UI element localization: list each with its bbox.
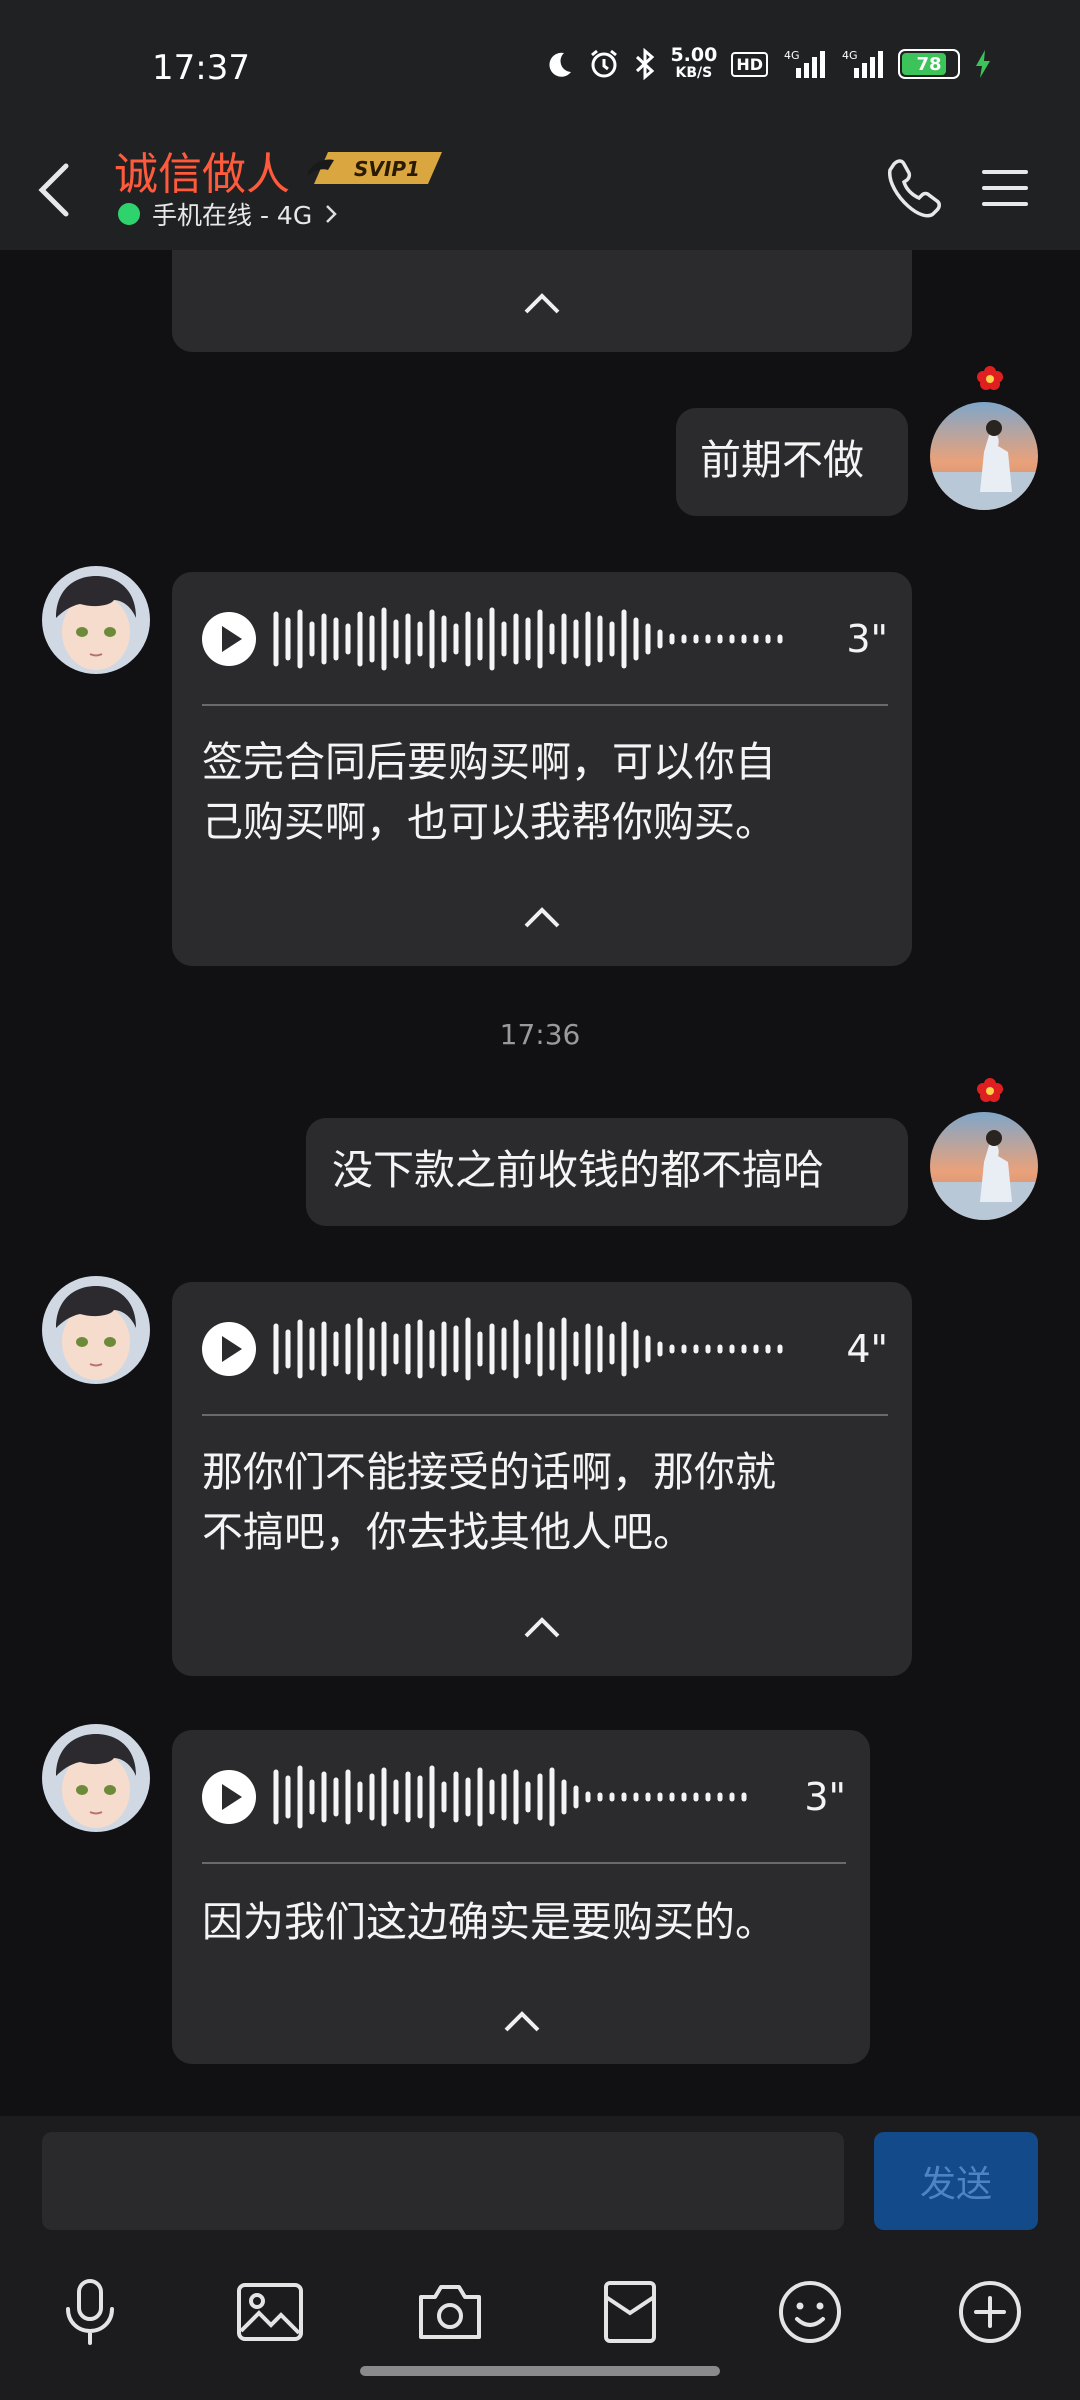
message-bubble-voice[interactable]: 4" 那你们不能接受的话啊，那你就 不搞吧，你去找其他人吧。 (172, 1282, 912, 1676)
voice-player[interactable]: 4" (202, 1316, 888, 1382)
waveform-icon (273, 1317, 783, 1381)
chevron-left-icon (38, 163, 69, 217)
collapse-icon[interactable] (522, 292, 562, 316)
message-bubble-outgoing[interactable]: 前期不做 (676, 408, 908, 516)
status-time: 17:37 (152, 48, 250, 88)
voice-player[interactable]: 3" (202, 1764, 846, 1830)
camera-button[interactable] (410, 2272, 490, 2352)
message-text: 没下款之前收钱的都不搞哈 (332, 1146, 824, 1194)
more-button[interactable] (950, 2272, 1030, 2352)
input-toolbar (0, 2246, 1080, 2400)
emoji-button[interactable] (770, 2272, 850, 2352)
charging-icon (976, 50, 990, 78)
message-text: 前期不做 (700, 436, 864, 484)
phone-icon (888, 159, 941, 218)
svg-text:4G: 4G (784, 49, 800, 62)
collapse-icon[interactable] (522, 906, 562, 930)
message-bubble-partial[interactable] (172, 250, 912, 352)
contact-avatar[interactable] (42, 566, 150, 674)
bluetooth-icon (636, 48, 655, 80)
contact-avatar[interactable] (42, 1276, 150, 1384)
contact-avatar[interactable] (42, 1724, 150, 1832)
image-icon (237, 2283, 303, 2341)
message-input[interactable] (42, 2132, 844, 2230)
input-bar: 发送 (0, 2116, 1080, 2246)
voice-divider (202, 1414, 888, 1416)
play-icon[interactable] (202, 1770, 256, 1824)
play-icon[interactable] (202, 1322, 256, 1376)
net-speed: 5.00 KB/S (670, 44, 718, 82)
status-bar: 17:37 5.00 KB/S HD 4G 4G 78 (0, 0, 1080, 130)
message-bubble-outgoing[interactable]: 没下款之前收钱的都不搞哈 (306, 1118, 908, 1226)
menu-button[interactable] (980, 158, 1030, 218)
transcript-line: 签完合同后要购买啊，可以你自 (202, 738, 776, 786)
my-avatar[interactable] (930, 1112, 1038, 1220)
message-bubble-voice[interactable]: 3" 签完合同后要购买啊，可以你自 己购买啊，也可以我帮你购买。 (172, 572, 912, 966)
home-indicator[interactable] (360, 2366, 720, 2376)
contact-name[interactable]: 诚信做人 (114, 138, 290, 202)
red-packet-icon (604, 2281, 656, 2343)
emoji-icon (779, 2281, 841, 2343)
voice-divider (202, 704, 888, 706)
collapse-icon[interactable] (502, 2010, 542, 2034)
flower-badge-icon (977, 366, 1003, 390)
svg-text:4G: 4G (842, 49, 858, 62)
send-button[interactable]: 发送 (874, 2132, 1038, 2230)
status-icons: 5.00 KB/S HD 4G 4G 78 (544, 46, 992, 82)
transcript-line: 那你们不能接受的话啊，那你就 (202, 1448, 776, 1496)
transcript-line: 因为我们这边确实是要购买的。 (202, 1898, 776, 1946)
voice-duration: 4" (846, 1327, 888, 1371)
voice-player[interactable]: 3" (202, 606, 888, 672)
transcript-line: 己购买啊，也可以我帮你购买。 (202, 798, 776, 846)
voice-divider (202, 1862, 846, 1864)
waveform-icon (273, 1765, 747, 1829)
alarm-icon (591, 49, 618, 78)
online-status-text: 手机在线 - 4G (152, 201, 313, 230)
signal-4g-icon: 4G (784, 49, 825, 78)
voice-duration: 3" (846, 617, 888, 661)
plus-circle-icon (959, 2281, 1021, 2343)
signal-4g-icon-2: 4G (842, 49, 883, 78)
voice-duration: 3" (804, 1775, 846, 1819)
hamburger-menu-icon (982, 170, 1028, 206)
red-packet-button[interactable] (590, 2272, 670, 2352)
online-status[interactable]: 手机在线 - 4G (118, 196, 338, 232)
message-bubble-voice[interactable]: 3" 因为我们这边确实是要购买的。 (172, 1730, 870, 2064)
camera-icon (419, 2285, 481, 2339)
flower-badge-icon (977, 1078, 1003, 1102)
collapse-icon[interactable] (522, 1616, 562, 1640)
message-timestamp: 17:36 (499, 1018, 581, 1051)
image-button[interactable] (230, 2272, 310, 2352)
message-list[interactable]: 前期不做 3" 签完合同后要购买啊，可以你自 己购买啊，也可以我帮你购买。 17… (0, 250, 1080, 2116)
microphone-icon (66, 2279, 114, 2345)
chevron-right-icon (326, 205, 337, 223)
call-button[interactable] (882, 152, 942, 222)
hd-icon: HD (731, 51, 768, 77)
back-button[interactable] (36, 150, 96, 230)
online-dot (118, 203, 140, 225)
svip-badge-icon: SVIP1 (308, 152, 442, 184)
svg-text:SVIP1: SVIP1 (354, 157, 420, 181)
voice-input-button[interactable] (50, 2272, 130, 2352)
my-avatar[interactable] (930, 402, 1038, 510)
transcript-line: 不搞吧，你去找其他人吧。 (202, 1508, 694, 1556)
play-icon[interactable] (202, 612, 256, 666)
battery-icon: 78 (898, 49, 960, 79)
waveform-icon (273, 607, 783, 671)
chat-header: 诚信做人 SVIP1 手机在线 - 4G (0, 130, 1080, 250)
moon-icon (549, 52, 572, 77)
